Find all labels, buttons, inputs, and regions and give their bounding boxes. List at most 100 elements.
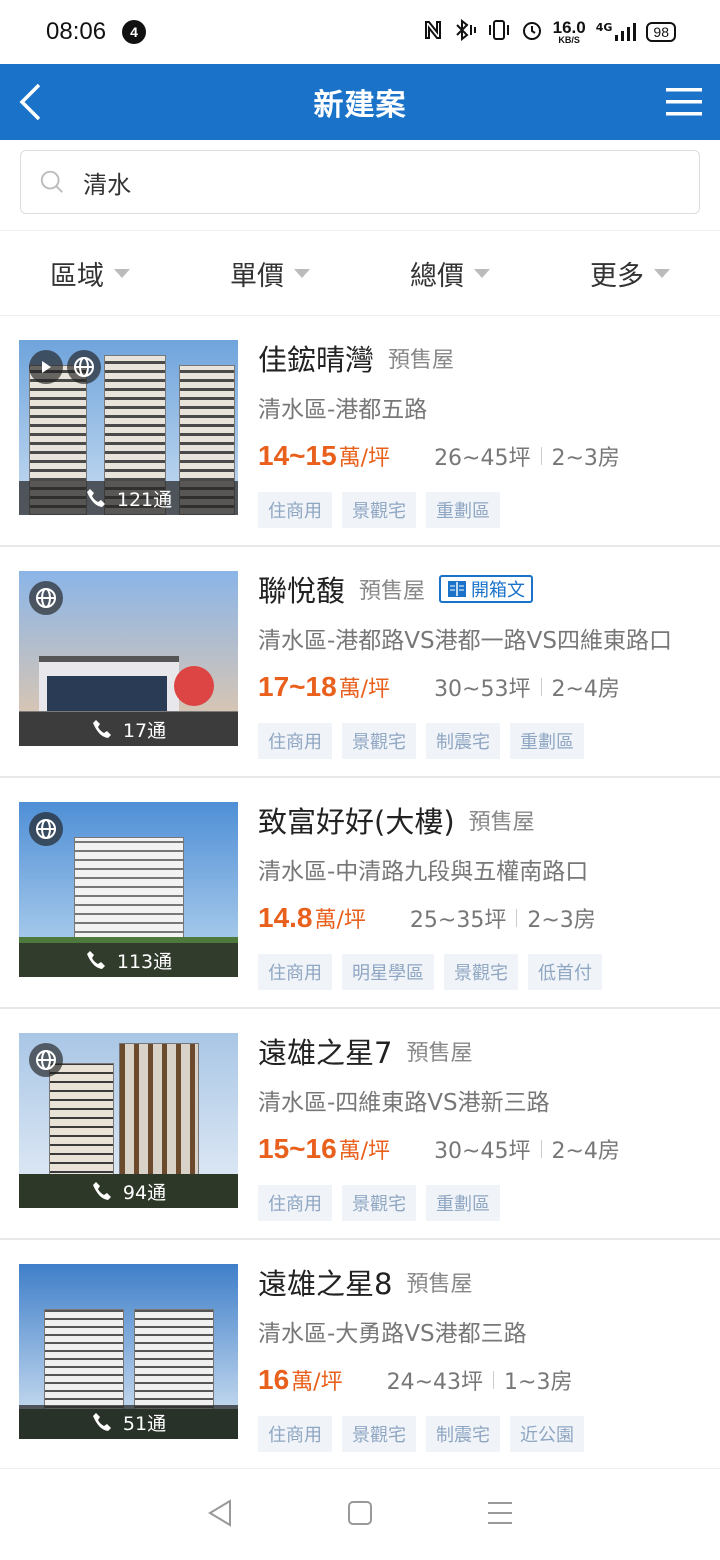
divider <box>540 678 542 696</box>
listing-rooms: 2~4房 <box>551 1139 620 1164</box>
unboxing-badge-label: 開箱文 <box>471 580 526 601</box>
filter-label: 單價 <box>230 260 284 292</box>
listing-type: 預售屋 <box>468 810 535 835</box>
listing-thumbnail[interactable]: 94通 <box>19 1033 238 1208</box>
listing-price: 17~18 <box>258 671 337 702</box>
listing-tags: 住商用 景觀宅 重劃區 <box>258 492 720 528</box>
tag: 景觀宅 <box>444 954 518 990</box>
status-icons: 16.0 KB/S 4G 98 <box>423 18 676 46</box>
thumbnail-icons <box>29 812 63 846</box>
listing-tags: 住商用 景觀宅 制震宅 近公園 <box>258 1416 720 1452</box>
menu-button[interactable] <box>664 64 704 140</box>
call-count-bar: 17通 <box>19 712 238 746</box>
listing-tags: 住商用 景觀宅 重劃區 <box>258 1185 720 1221</box>
listing-price: 14.8 <box>258 902 313 933</box>
listing-rooms: 2~4房 <box>551 677 620 702</box>
nav-back-button[interactable] <box>206 1498 234 1532</box>
phone-icon <box>92 1413 111 1431</box>
thumbnail-icons <box>29 581 63 615</box>
triangle-back-icon <box>208 1498 232 1527</box>
app-header: 新建案 <box>0 64 720 140</box>
listing-item[interactable]: 51通 遠雄之星8 預售屋 清水區-大勇路VS港都三路 16 萬/坪 24~43… <box>0 1240 720 1471</box>
call-count-bar: 94通 <box>19 1174 238 1208</box>
listing-price-unit: 萬/坪 <box>314 908 366 933</box>
search-icon <box>40 170 63 193</box>
listing-item[interactable]: 17通 聯悅馥 預售屋 開箱文 清水區-港都路VS港都一路VS四維東路口 17~… <box>0 547 720 778</box>
filter-bar: 區域 單價 總價 更多 <box>0 230 720 316</box>
vr-360-icon[interactable] <box>29 581 63 615</box>
square-home-icon <box>347 1500 372 1525</box>
search-input[interactable] <box>83 168 681 196</box>
listing-title: 佳鋐晴灣 <box>258 343 375 377</box>
tag: 景觀宅 <box>342 1416 416 1452</box>
tag: 重劃區 <box>426 492 500 528</box>
listing-thumbnail[interactable]: 17通 <box>19 571 238 746</box>
page-title: 新建案 <box>313 88 407 123</box>
divider <box>540 447 542 465</box>
back-button[interactable] <box>10 64 50 140</box>
listing-list: 121通 佳鋐晴灣 預售屋 清水區-港都五路 14~15 萬/坪 26~45坪 … <box>0 316 720 1471</box>
listing-item[interactable]: 121通 佳鋐晴灣 預售屋 清水區-港都五路 14~15 萬/坪 26~45坪 … <box>0 316 720 547</box>
thumbnail-icons <box>29 350 101 384</box>
listing-size: 25~35坪 <box>409 908 507 933</box>
nfc-icon <box>423 19 443 46</box>
listing-type: 預售屋 <box>388 348 455 373</box>
listing-item[interactable]: 94通 遠雄之星7 預售屋 清水區-四維東路VS港新三路 15~16 萬/坪 3… <box>0 1009 720 1240</box>
listing-item[interactable]: 113通 致富好好(大樓) 預售屋 清水區-中清路九段與五權南路口 14.8 萬… <box>0 778 720 1009</box>
call-count: 113通 <box>116 950 173 973</box>
search-box[interactable] <box>20 150 700 214</box>
listing-price-unit: 萬/坪 <box>291 1370 343 1395</box>
nav-home-button[interactable] <box>347 1500 373 1530</box>
listing-thumbnail[interactable]: 113通 <box>19 802 238 977</box>
listing-price: 14~15 <box>258 440 337 471</box>
video-play-icon[interactable] <box>29 350 63 384</box>
tag: 景觀宅 <box>342 723 416 759</box>
filter-label: 區域 <box>50 260 104 292</box>
listing-address: 清水區-港都路VS港都一路VS四維東路口 <box>258 628 672 654</box>
vibrate-icon <box>487 19 511 46</box>
nav-recents-button[interactable] <box>486 1500 514 1530</box>
tag: 明星學區 <box>342 954 434 990</box>
network-speed-value: 16.0 <box>552 18 586 37</box>
listing-info: 致富好好(大樓) 預售屋 清水區-中清路九段與五權南路口 14.8 萬/坪 25… <box>258 802 720 1007</box>
listing-price: 16 <box>258 1364 290 1395</box>
listing-thumbnail[interactable]: 121通 <box>19 340 238 515</box>
network-speed: 16.0 KB/S <box>553 19 586 45</box>
call-count-bar: 113通 <box>19 943 238 977</box>
listing-type: 預售屋 <box>406 1041 473 1066</box>
book-icon <box>448 581 467 597</box>
listing-info: 遠雄之星8 預售屋 清水區-大勇路VS港都三路 16 萬/坪 24~43坪 1~… <box>258 1264 720 1469</box>
listing-price-unit: 萬/坪 <box>338 446 391 471</box>
listing-address: 清水區-港都五路 <box>258 397 428 423</box>
vr-360-icon[interactable] <box>67 350 101 384</box>
network-type: 4G <box>595 21 613 34</box>
listing-thumbnail[interactable]: 51通 <box>19 1264 238 1439</box>
phone-icon <box>92 1182 111 1200</box>
status-time-group: 08:06 4 <box>46 18 147 46</box>
filter-unit-price[interactable]: 單價 <box>180 254 360 293</box>
tag: 重劃區 <box>426 1185 500 1221</box>
listing-size: 26~45坪 <box>434 446 531 471</box>
status-time: 08:06 <box>46 18 107 45</box>
filter-more[interactable]: 更多 <box>540 254 720 293</box>
call-count: 121通 <box>116 488 173 511</box>
caret-down-icon <box>654 268 670 278</box>
listing-info: 遠雄之星7 預售屋 清水區-四維東路VS港新三路 15~16 萬/坪 30~45… <box>258 1033 720 1238</box>
call-count: 94通 <box>122 1181 167 1204</box>
tag: 住商用 <box>258 1185 332 1221</box>
notification-count-badge: 4 <box>122 20 147 44</box>
listing-size: 30~45坪 <box>434 1139 531 1164</box>
call-count-bar: 121通 <box>19 481 238 515</box>
unboxing-badge[interactable]: 開箱文 <box>439 575 534 603</box>
vr-360-icon[interactable] <box>29 1043 63 1077</box>
filter-region[interactable]: 區域 <box>0 254 180 293</box>
tag: 低首付 <box>528 954 602 990</box>
vr-360-icon[interactable] <box>29 812 63 846</box>
listing-type: 預售屋 <box>406 1272 473 1297</box>
listing-tags: 住商用 明星學區 景觀宅 低首付 <box>258 954 720 990</box>
network-speed-unit: KB/S <box>558 35 580 45</box>
call-count: 17通 <box>122 719 167 742</box>
filter-total-price[interactable]: 總價 <box>360 254 540 293</box>
listing-rooms: 2~3房 <box>551 446 620 471</box>
tag: 近公園 <box>510 1416 584 1452</box>
